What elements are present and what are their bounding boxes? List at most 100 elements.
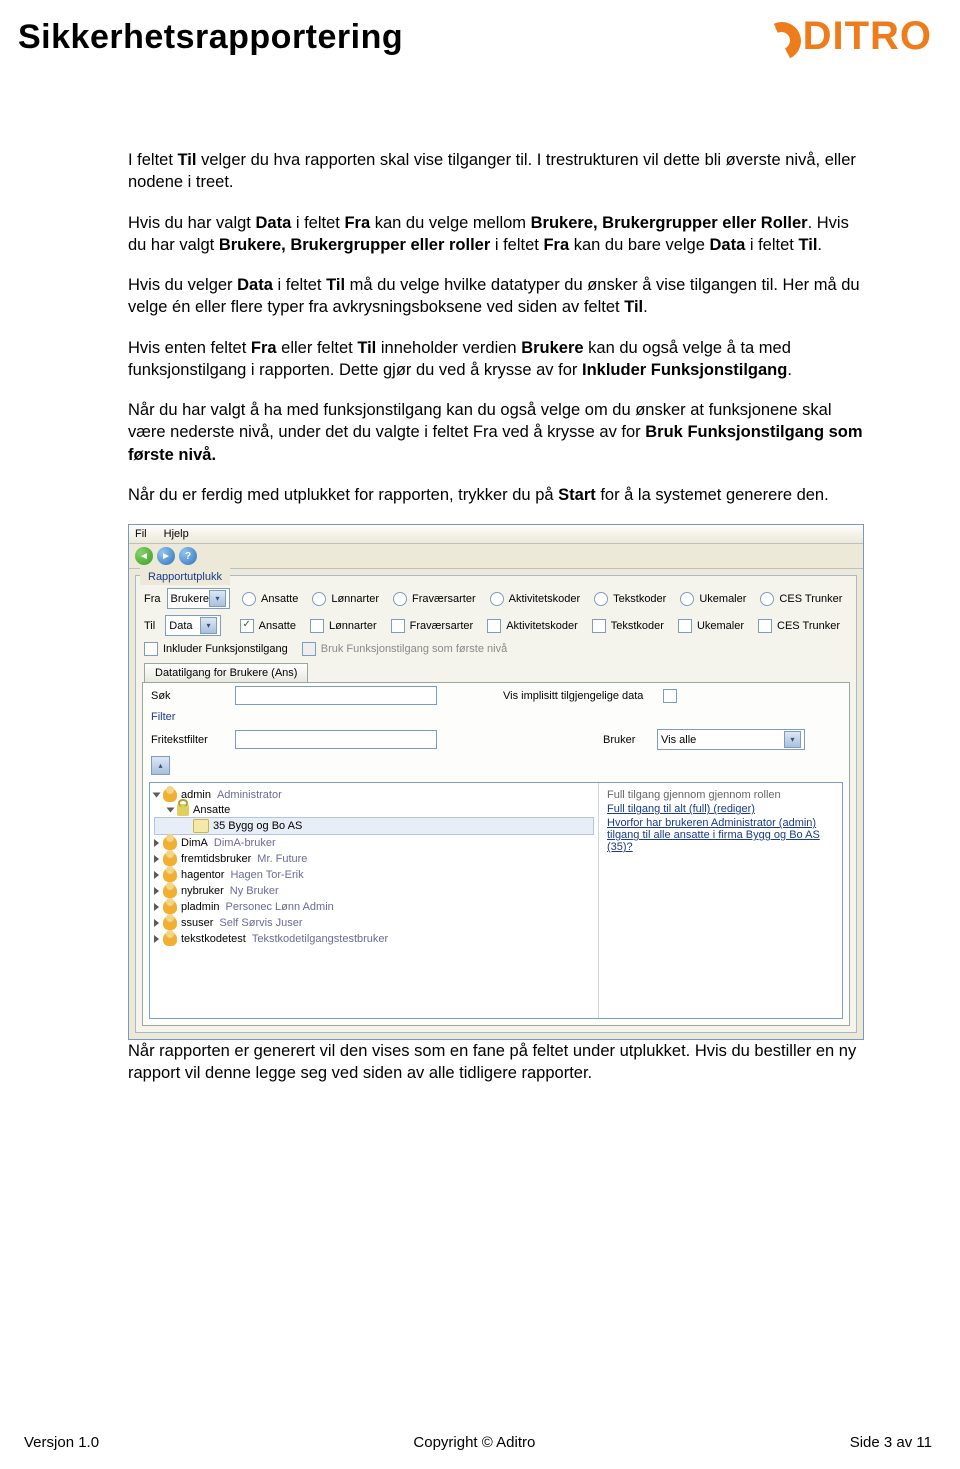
detail-text: Full tilgang gjennom gjennom rollen	[607, 789, 781, 801]
til-select[interactable]: Data ▾	[165, 615, 221, 636]
check-inkluder-funksjonstilgang[interactable]: Inkluder Funksjonstilgang	[144, 642, 288, 656]
app-window: Fil Hjelp ◄ ► ? Rapportutplukk Fra Bruke…	[128, 524, 864, 1040]
check-ukemaler[interactable]: Ukemaler	[678, 619, 744, 633]
bruker-select[interactable]: Vis alle ▾	[657, 729, 805, 750]
detail-link-why[interactable]: Hvorfor har brukeren Administrator (admi…	[607, 817, 834, 853]
user-icon	[163, 852, 177, 866]
tree-right-pane: Full tilgang gjennom gjennom rollen Full…	[599, 783, 842, 1018]
check-lonnarter[interactable]: Lønnarter	[310, 619, 377, 633]
radio-ansatte[interactable]: Ansatte	[242, 592, 298, 606]
caret-icon[interactable]	[154, 871, 159, 879]
row-fra: Fra Brukere ▾ Ansatte Lønnarter Fraværsa…	[136, 585, 856, 612]
collapse-button[interactable]: ▴	[151, 756, 170, 775]
row-options: Inkluder Funksjonstilgang Bruk Funksjons…	[136, 639, 856, 659]
caret-icon[interactable]	[154, 887, 159, 895]
check-aktivitetskoder[interactable]: Aktivitetskoder	[487, 619, 578, 633]
user-icon	[163, 836, 177, 850]
user-icon	[163, 788, 177, 802]
footer-version: Versjon 1.0	[24, 1434, 99, 1451]
check-fravaersarter[interactable]: Fraværsarter	[391, 619, 474, 633]
menubar: Fil Hjelp	[129, 525, 863, 544]
user-icon	[163, 868, 177, 882]
tree-node[interactable]: DimADimA-bruker	[154, 835, 594, 851]
tab-content: Søk Vis implisitt tilgjengelige data Fil…	[142, 682, 850, 1026]
tree-node[interactable]: fremtidsbrukerMr. Future	[154, 851, 594, 867]
paragraph-1: I feltet Til velger du hva rapporten ska…	[128, 149, 864, 194]
paragraph-7: Når rapporten er generert vil den vises …	[128, 1040, 864, 1085]
tree-node[interactable]: ssuserSelf Sørvis Juser	[154, 915, 594, 931]
check-ansatte[interactable]: Ansatte	[240, 619, 296, 633]
caret-icon[interactable]	[154, 839, 159, 847]
user-icon	[163, 884, 177, 898]
footer-copyright: Copyright © Aditro	[413, 1434, 535, 1451]
help-icon[interactable]: ?	[179, 547, 197, 565]
vis-implisitt-label: Vis implisitt tilgjengelige data	[503, 690, 643, 702]
user-icon	[163, 900, 177, 914]
fra-value: Brukere	[171, 593, 210, 605]
fra-label: Fra	[144, 593, 161, 605]
paragraph-6: Når du er ferdig med utplukket for rappo…	[128, 484, 864, 506]
tree-left-pane[interactable]: admin Administrator Ansatte 35 Bygg og B…	[150, 783, 599, 1018]
sok-input[interactable]	[235, 686, 437, 705]
check-ces-trunker[interactable]: CES Trunker	[758, 619, 840, 633]
toolbar: ◄ ► ?	[129, 544, 863, 569]
back-icon[interactable]: ◄	[135, 547, 153, 565]
radio-fravaersarter[interactable]: Fraværsarter	[393, 592, 476, 606]
page-title: Sikkerhetsrapportering	[18, 18, 403, 57]
tree-view: admin Administrator Ansatte 35 Bygg og B…	[149, 782, 843, 1019]
paragraph-2: Hvis du har valgt Data i feltet Fra kan …	[128, 212, 864, 257]
caret-icon[interactable]	[154, 919, 159, 927]
folder-icon	[193, 819, 209, 833]
radio-ukemaler[interactable]: Ukemaler	[680, 592, 746, 606]
paragraph-4: Hvis enten feltet Fra eller feltet Til i…	[128, 337, 864, 382]
radio-ces-trunker[interactable]: CES Trunker	[760, 592, 842, 606]
paragraph-3: Hvis du velger Data i feltet Til må du v…	[128, 274, 864, 319]
chevron-down-icon[interactable]: ▾	[200, 617, 217, 634]
tab-datatilgang[interactable]: Datatilgang for Brukere (Ans)	[144, 663, 308, 682]
caret-icon[interactable]	[153, 793, 161, 798]
detail-link-full[interactable]: Full tilgang til alt (full) (rediger)	[607, 803, 834, 815]
menu-file[interactable]: Fil	[135, 528, 147, 540]
fritekst-input[interactable]	[235, 730, 437, 749]
sok-label: Søk	[151, 690, 229, 702]
user-icon	[163, 916, 177, 930]
filter-label: Filter	[151, 711, 229, 723]
tree-node-admin[interactable]: admin Administrator	[154, 787, 594, 803]
caret-icon[interactable]	[154, 903, 159, 911]
logo-text: DITRO	[803, 14, 932, 59]
fra-select[interactable]: Brukere ▾	[167, 588, 231, 609]
rapportutplukk-group: Rapportutplukk Fra Brukere ▾ Ansatte Løn…	[135, 575, 857, 1033]
caret-icon[interactable]	[167, 808, 175, 813]
row-til: Til Data ▾ Ansatte Lønnarter Fraværsarte…	[136, 612, 856, 639]
paragraph-5: Når du har valgt å ha med funksjonstilga…	[128, 399, 864, 466]
til-label: Til	[144, 620, 159, 632]
caret-icon[interactable]	[154, 855, 159, 863]
group-title: Rapportutplukk	[140, 567, 230, 585]
chevron-down-icon[interactable]: ▾	[209, 590, 226, 607]
forward-icon[interactable]: ►	[157, 547, 175, 565]
lock-icon	[177, 804, 189, 816]
radio-aktivitetskoder[interactable]: Aktivitetskoder	[490, 592, 581, 606]
chevron-down-icon[interactable]: ▾	[784, 731, 801, 748]
radio-lonnarter[interactable]: Lønnarter	[312, 592, 379, 606]
user-icon	[163, 932, 177, 946]
menu-help[interactable]: Hjelp	[164, 528, 189, 540]
vis-implisitt-checkbox[interactable]	[663, 689, 677, 703]
tree-node[interactable]: nybrukerNy Bruker	[154, 883, 594, 899]
til-value: Data	[169, 620, 192, 632]
caret-icon[interactable]	[154, 935, 159, 943]
check-bruk-funksjonstilgang: Bruk Funksjonstilgang som første nivå	[302, 642, 507, 656]
tree-node-firma[interactable]: 35 Bygg og Bo AS	[154, 817, 594, 835]
check-tekstkoder[interactable]: Tekstkoder	[592, 619, 664, 633]
footer-page-number: Side 3 av 11	[850, 1434, 932, 1451]
logo-swoosh-icon	[763, 22, 799, 52]
tree-node[interactable]: hagentorHagen Tor-Erik	[154, 867, 594, 883]
tree-node-ansatte[interactable]: Ansatte	[154, 803, 594, 817]
bruker-value: Vis alle	[661, 734, 696, 746]
tree-node[interactable]: pladminPersonec Lønn Admin	[154, 899, 594, 915]
fritekst-label: Fritekstfilter	[151, 734, 229, 746]
radio-tekstkoder[interactable]: Tekstkoder	[594, 592, 666, 606]
bruker-label: Bruker	[603, 734, 651, 746]
aditro-logo: DITRO	[763, 14, 932, 59]
tree-node[interactable]: tekstkodetestTekstkodetilgangstestbruker	[154, 931, 594, 947]
